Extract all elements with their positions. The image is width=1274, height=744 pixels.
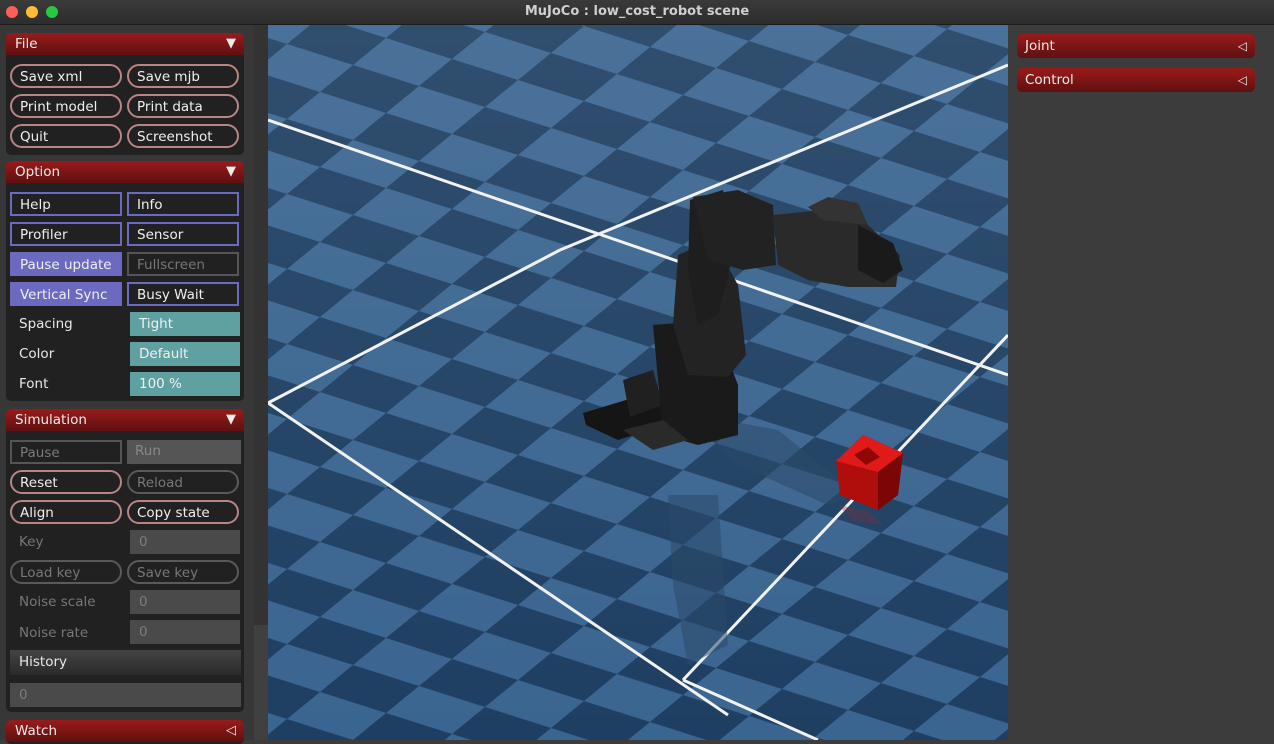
profiler-toggle[interactable]: Profiler: [10, 222, 122, 246]
reload-button[interactable]: Reload: [127, 470, 239, 494]
save-key-button[interactable]: Save key: [127, 560, 239, 584]
history-header: History: [10, 650, 241, 675]
watch-section-header[interactable]: Watch ◁: [6, 720, 244, 742]
expand-arrow-icon: ◁: [1237, 39, 1247, 53]
color-select[interactable]: Default: [130, 342, 240, 366]
noise-rate-slider[interactable]: 0: [130, 620, 240, 644]
help-toggle[interactable]: Help: [10, 192, 122, 216]
load-key-button[interactable]: Load key: [10, 560, 122, 584]
simulation-header-label: Simulation: [15, 412, 87, 428]
watch-header-label: Watch: [15, 723, 58, 739]
collapse-arrow-icon: ▼: [226, 164, 236, 179]
print-model-button[interactable]: Print model: [10, 94, 122, 118]
control-section-header[interactable]: Control ◁: [1017, 68, 1255, 92]
run-radio[interactable]: Run: [127, 440, 241, 464]
sensor-toggle[interactable]: Sensor: [127, 222, 239, 246]
option-section-header[interactable]: Option ▼: [6, 161, 244, 183]
font-select[interactable]: 100 %: [130, 372, 240, 396]
history-slider[interactable]: 0: [10, 683, 241, 707]
expand-arrow-icon: ◁: [1237, 73, 1247, 87]
left-panel-scrollbar[interactable]: [254, 25, 268, 625]
align-button[interactable]: Align: [10, 500, 122, 524]
control-header-label: Control: [1025, 72, 1074, 88]
info-toggle[interactable]: Info: [127, 192, 239, 216]
scene-render: [268, 25, 1008, 740]
print-data-button[interactable]: Print data: [127, 94, 239, 118]
color-label: Color: [19, 346, 55, 362]
expand-arrow-icon: ◁: [226, 723, 236, 738]
3d-viewport[interactable]: [268, 25, 1008, 740]
scrollbar-track: [254, 625, 268, 740]
quit-button[interactable]: Quit: [10, 124, 122, 148]
simulation-section-header[interactable]: Simulation ▼: [6, 409, 244, 431]
font-label: Font: [19, 376, 49, 392]
joint-section-header[interactable]: Joint ◁: [1017, 34, 1255, 58]
right-ui-panel: Joint ◁ Control ◁: [1008, 25, 1274, 740]
option-section: Option ▼ Help Info Profiler Sensor Pause…: [6, 161, 244, 401]
reset-button[interactable]: Reset: [10, 470, 122, 494]
spacing-select[interactable]: Tight: [130, 312, 240, 336]
collapse-arrow-icon: ▼: [226, 412, 236, 427]
copy-state-button[interactable]: Copy state: [127, 500, 239, 524]
vertical-sync-toggle[interactable]: Vertical Sync: [10, 282, 122, 306]
history-label: History: [19, 654, 68, 670]
noise-scale-label: Noise scale: [19, 594, 96, 610]
pause-radio[interactable]: Pause: [10, 440, 122, 464]
key-field[interactable]: 0: [130, 530, 240, 554]
key-label: Key: [19, 534, 44, 550]
option-header-label: Option: [15, 164, 61, 180]
joint-header-label: Joint: [1025, 38, 1055, 54]
title-bar: MuJoCo : low_cost_robot scene: [0, 0, 1274, 25]
left-ui-panel: File ▼ Save xml Save mjb Print model Pri…: [0, 25, 254, 744]
file-section-header[interactable]: File ▼: [6, 33, 244, 55]
simulation-section: Simulation ▼ Pause Run Reset Reload Alig…: [6, 409, 244, 712]
collapse-arrow-icon: ▼: [226, 36, 236, 51]
window-title: MuJoCo : low_cost_robot scene: [524, 4, 750, 19]
file-section: File ▼ Save xml Save mjb Print model Pri…: [6, 33, 244, 155]
busy-wait-toggle[interactable]: Busy Wait: [127, 282, 239, 306]
spacing-label: Spacing: [19, 316, 73, 332]
pause-update-toggle[interactable]: Pause update: [10, 252, 122, 276]
noise-rate-label: Noise rate: [19, 625, 89, 641]
fullscreen-toggle[interactable]: Fullscreen: [127, 252, 239, 276]
noise-scale-slider[interactable]: 0: [130, 590, 240, 614]
screenshot-button[interactable]: Screenshot: [127, 124, 239, 148]
save-xml-button[interactable]: Save xml: [10, 64, 122, 88]
watch-section: Watch ◁: [6, 720, 244, 744]
save-mjb-button[interactable]: Save mjb: [127, 64, 239, 88]
file-header-label: File: [15, 36, 38, 52]
